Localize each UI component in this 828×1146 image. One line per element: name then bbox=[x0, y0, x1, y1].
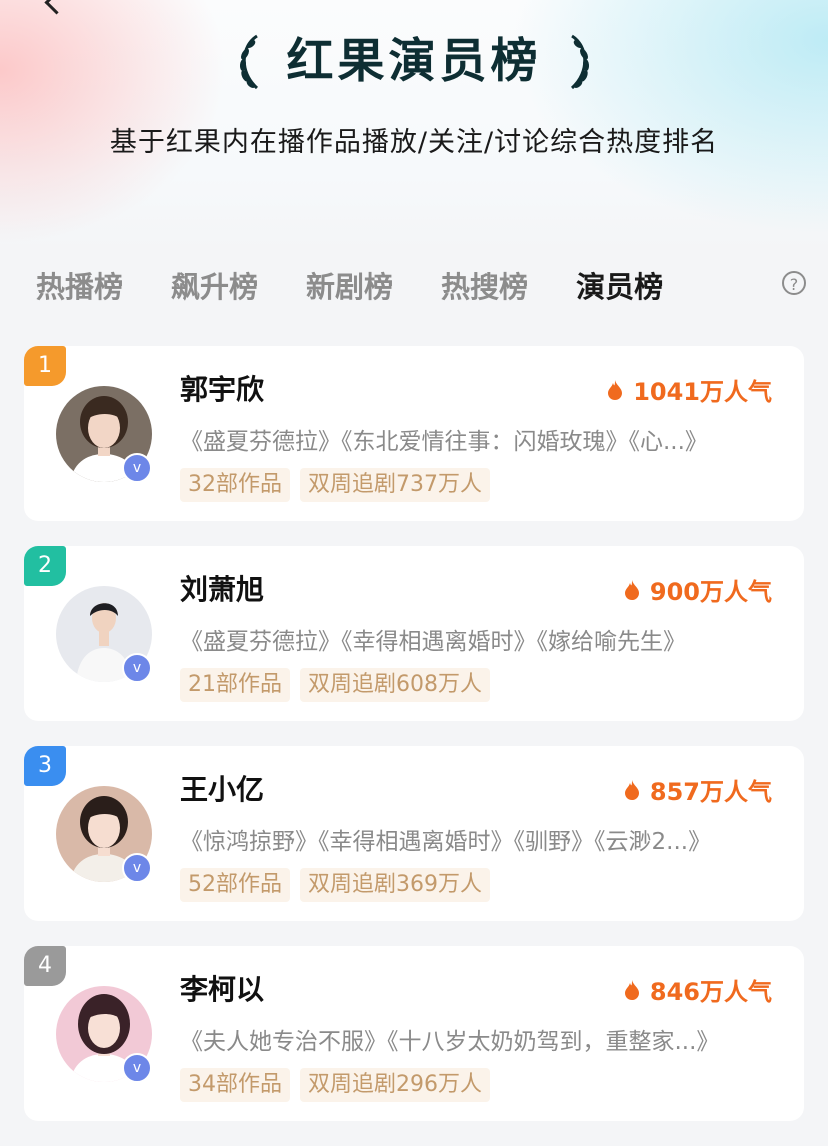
works-list: 《惊鸿掠野》《幸得相遇离婚时》《驯野》《云渺2...》 bbox=[180, 829, 712, 855]
actor-card[interactable]: 2 v 刘萧旭 900万人气 《盛夏芬德拉》《幸得相遇离婚时》《嫁给喻先生》 2… bbox=[24, 546, 804, 721]
heat-score: 857万人气 bbox=[624, 772, 772, 807]
tag-row: 52部作品 双周追剧369万人 bbox=[180, 868, 500, 902]
followers-tag: 双周追剧296万人 bbox=[300, 1068, 490, 1102]
followers-tag: 双周追剧369万人 bbox=[300, 868, 490, 902]
works-list: 《盛夏芬德拉》《幸得相遇离婚时》《嫁给喻先生》 bbox=[180, 629, 686, 655]
heat-score: 900万人气 bbox=[624, 572, 772, 607]
tag-row: 32部作品 双周追剧737万人 bbox=[180, 468, 500, 502]
title-row: 红果演员榜 bbox=[0, 30, 828, 94]
laurel-left-icon bbox=[239, 34, 258, 90]
tag-row: 21部作品 双周追剧608万人 bbox=[180, 668, 500, 702]
works-count-tag: 52部作品 bbox=[180, 868, 290, 902]
verified-icon: v bbox=[122, 853, 152, 883]
actor-name[interactable]: 李柯以 bbox=[180, 968, 264, 1008]
verified-icon: v bbox=[122, 1053, 152, 1083]
heat-score: 1041万人气 bbox=[607, 372, 772, 407]
actor-name[interactable]: 刘萧旭 bbox=[180, 568, 264, 608]
heat-value: 846万人气 bbox=[649, 978, 772, 1006]
actor-name[interactable]: 王小亿 bbox=[180, 768, 264, 808]
tab-rising[interactable]: 飙升榜 bbox=[171, 264, 258, 306]
followers-tag: 双周追剧737万人 bbox=[300, 468, 490, 502]
verified-icon: v bbox=[122, 453, 152, 483]
heat-value: 857万人气 bbox=[649, 778, 772, 806]
rank-badge: 3 bbox=[24, 746, 66, 786]
flame-icon bbox=[624, 779, 639, 800]
followers-tag: 双周追剧608万人 bbox=[300, 668, 490, 702]
question-circle-icon[interactable]: ? bbox=[782, 271, 806, 295]
works-list: 《夫人她专治不服》《十八岁太奶奶驾到，重整家...》 bbox=[180, 1029, 720, 1055]
page-title: 红果演员榜 bbox=[286, 34, 542, 89]
verified-icon: v bbox=[122, 653, 152, 683]
actor-card[interactable]: 4 v 李柯以 846万人气 《夫人她专治不服》《十八岁太奶奶驾到，重整家...… bbox=[24, 946, 804, 1121]
heat-value: 900万人气 bbox=[649, 578, 772, 606]
actor-card[interactable]: 1 v 郭宇欣 1041万人气 《盛夏芬德拉》《东北爱情往事：闪婚玫瑰》《心..… bbox=[24, 346, 804, 521]
actor-list: 1 v 郭宇欣 1041万人气 《盛夏芬德拉》《东北爱情往事：闪婚玫瑰》《心..… bbox=[24, 346, 804, 1146]
heat-score: 846万人气 bbox=[624, 972, 772, 1007]
flame-icon bbox=[608, 379, 623, 400]
works-count-tag: 21部作品 bbox=[180, 668, 290, 702]
works-count-tag: 32部作品 bbox=[180, 468, 290, 502]
laurel-right-icon bbox=[570, 34, 589, 90]
heat-value: 1041万人气 bbox=[633, 378, 772, 406]
actor-name[interactable]: 郭宇欣 bbox=[180, 368, 264, 408]
rank-badge: 2 bbox=[24, 546, 66, 586]
flame-icon bbox=[624, 979, 639, 1000]
tag-row: 34部作品 双周追剧296万人 bbox=[180, 1068, 500, 1102]
tab-hot-search[interactable]: 热搜榜 bbox=[441, 264, 528, 306]
rank-badge: 1 bbox=[24, 346, 66, 386]
flame-icon bbox=[624, 579, 639, 600]
tab-actors[interactable]: 演员榜 bbox=[576, 264, 663, 306]
tab-new-drama[interactable]: 新剧榜 bbox=[306, 264, 393, 306]
ranking-tabs: 热播榜 飙升榜 新剧榜 热搜榜 演员榜 ? bbox=[36, 262, 806, 308]
works-count-tag: 34部作品 bbox=[180, 1068, 290, 1102]
rank-badge: 4 bbox=[24, 946, 66, 986]
works-list: 《盛夏芬德拉》《东北爱情往事：闪婚玫瑰》《心...》 bbox=[180, 429, 708, 455]
tab-hot-play[interactable]: 热播榜 bbox=[36, 264, 123, 306]
page-subtitle: 基于红果内在播作品播放/关注/讨论综合热度排名 bbox=[109, 127, 719, 158]
actor-card[interactable]: 3 v 王小亿 857万人气 《惊鸿掠野》《幸得相遇离婚时》《驯野》《云渺2..… bbox=[24, 746, 804, 921]
